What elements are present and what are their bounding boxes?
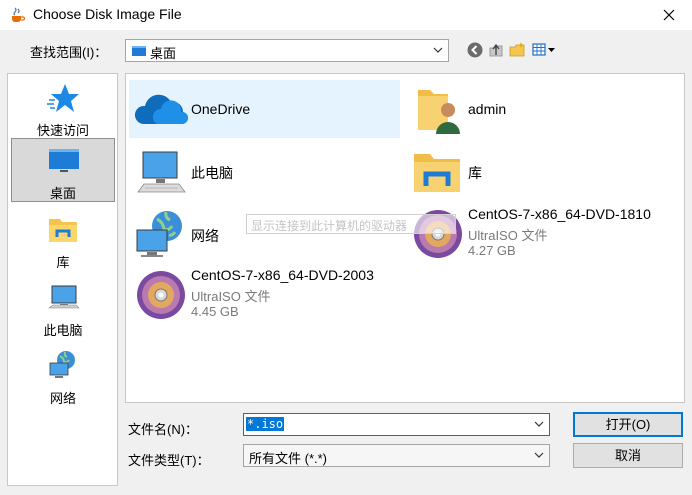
up-folder-icon[interactable] (487, 41, 505, 59)
file-chooser-dialog: Choose Disk Image File 查找范围(I)： 桌面 快速访问 … (0, 0, 692, 495)
tooltip: 显示连接到此计算机的驱动器 (246, 214, 456, 234)
file-type: UltraISO 文件 (191, 289, 271, 304)
view-menu-icon[interactable] (531, 41, 559, 59)
file-name: 库 (468, 165, 482, 181)
place-this-pc[interactable]: 此电脑 (11, 276, 115, 340)
library-icon (49, 219, 77, 242)
look-in-label: 查找范围(I)： (30, 45, 108, 60)
look-in-value: 桌面 (150, 46, 177, 61)
file-type-select[interactable]: 所有文件 (*.*) (243, 444, 550, 467)
star-icon (47, 84, 79, 112)
place-label: 桌面 (49, 186, 76, 201)
place-label: 此电脑 (43, 323, 83, 338)
file-item-centos-2003[interactable]: CentOS-7-x86_64-DVD-2003 UltraISO 文件 4.4… (129, 265, 400, 323)
file-name: admin (468, 101, 507, 117)
file-name-label: 文件名(N)： (128, 422, 199, 437)
library-icon (414, 154, 460, 192)
window-title: Choose Disk Image File (33, 6, 182, 22)
file-name-input[interactable]: *.iso (243, 413, 550, 436)
file-type: UltraISO 文件 (468, 228, 548, 243)
place-label: 快速访问 (36, 123, 89, 138)
place-label: 网络 (49, 391, 76, 406)
desktop-icon (49, 149, 79, 172)
file-item-admin[interactable]: admin (406, 80, 676, 138)
file-name: OneDrive (191, 101, 251, 117)
user-folder-icon (418, 90, 460, 134)
new-folder-icon[interactable] (508, 41, 526, 59)
computer-icon (137, 151, 186, 193)
file-name: 此电脑 (191, 165, 233, 181)
back-icon[interactable] (466, 41, 484, 59)
file-list[interactable]: OneDrive admin 此电脑 库 网络 CentOS-7-x86_64-… (125, 73, 685, 403)
chevron-down-icon[interactable] (533, 418, 545, 430)
look-in-combo[interactable]: 桌面 (125, 39, 449, 62)
title-bar[interactable]: Choose Disk Image File (0, 0, 692, 30)
disc-icon (137, 271, 185, 319)
file-type-value: 所有文件 (*.*) (249, 451, 328, 466)
place-quick-access[interactable]: 快速访问 (11, 76, 115, 140)
close-button[interactable] (646, 0, 692, 30)
file-item-library[interactable]: 库 (406, 142, 676, 200)
place-library[interactable]: 库 (11, 208, 115, 272)
file-size: 4.27 GB (468, 243, 516, 258)
file-name: CentOS-7-x86_64-DVD-2003 (191, 267, 374, 283)
places-bar: 快速访问 桌面 库 此电脑 网络 (7, 73, 118, 486)
chevron-down-icon (433, 47, 443, 53)
open-button[interactable]: 打开(O) (573, 412, 683, 437)
file-name-value: *.iso (246, 417, 285, 431)
file-item-onedrive[interactable]: OneDrive (129, 80, 400, 138)
file-size: 4.45 GB (191, 304, 239, 319)
desktop-folder-icon (132, 46, 146, 56)
place-network[interactable]: 网络 (11, 344, 115, 408)
place-label: 库 (56, 255, 70, 270)
computer-icon (48, 285, 80, 309)
network-icon (136, 211, 182, 257)
place-desktop[interactable]: 桌面 (11, 138, 115, 202)
file-name: CentOS-7-x86_64-DVD-1810 (468, 206, 651, 222)
chevron-down-icon (534, 452, 544, 458)
close-icon (663, 9, 675, 21)
onedrive-icon (134, 94, 189, 124)
file-item-this-pc[interactable]: 此电脑 (129, 142, 400, 200)
network-icon (49, 351, 75, 378)
file-name: 网络 (191, 228, 219, 244)
file-type-label: 文件类型(T)： (128, 453, 210, 468)
cancel-button[interactable]: 取消 (573, 443, 683, 468)
java-cup-icon (12, 7, 26, 22)
